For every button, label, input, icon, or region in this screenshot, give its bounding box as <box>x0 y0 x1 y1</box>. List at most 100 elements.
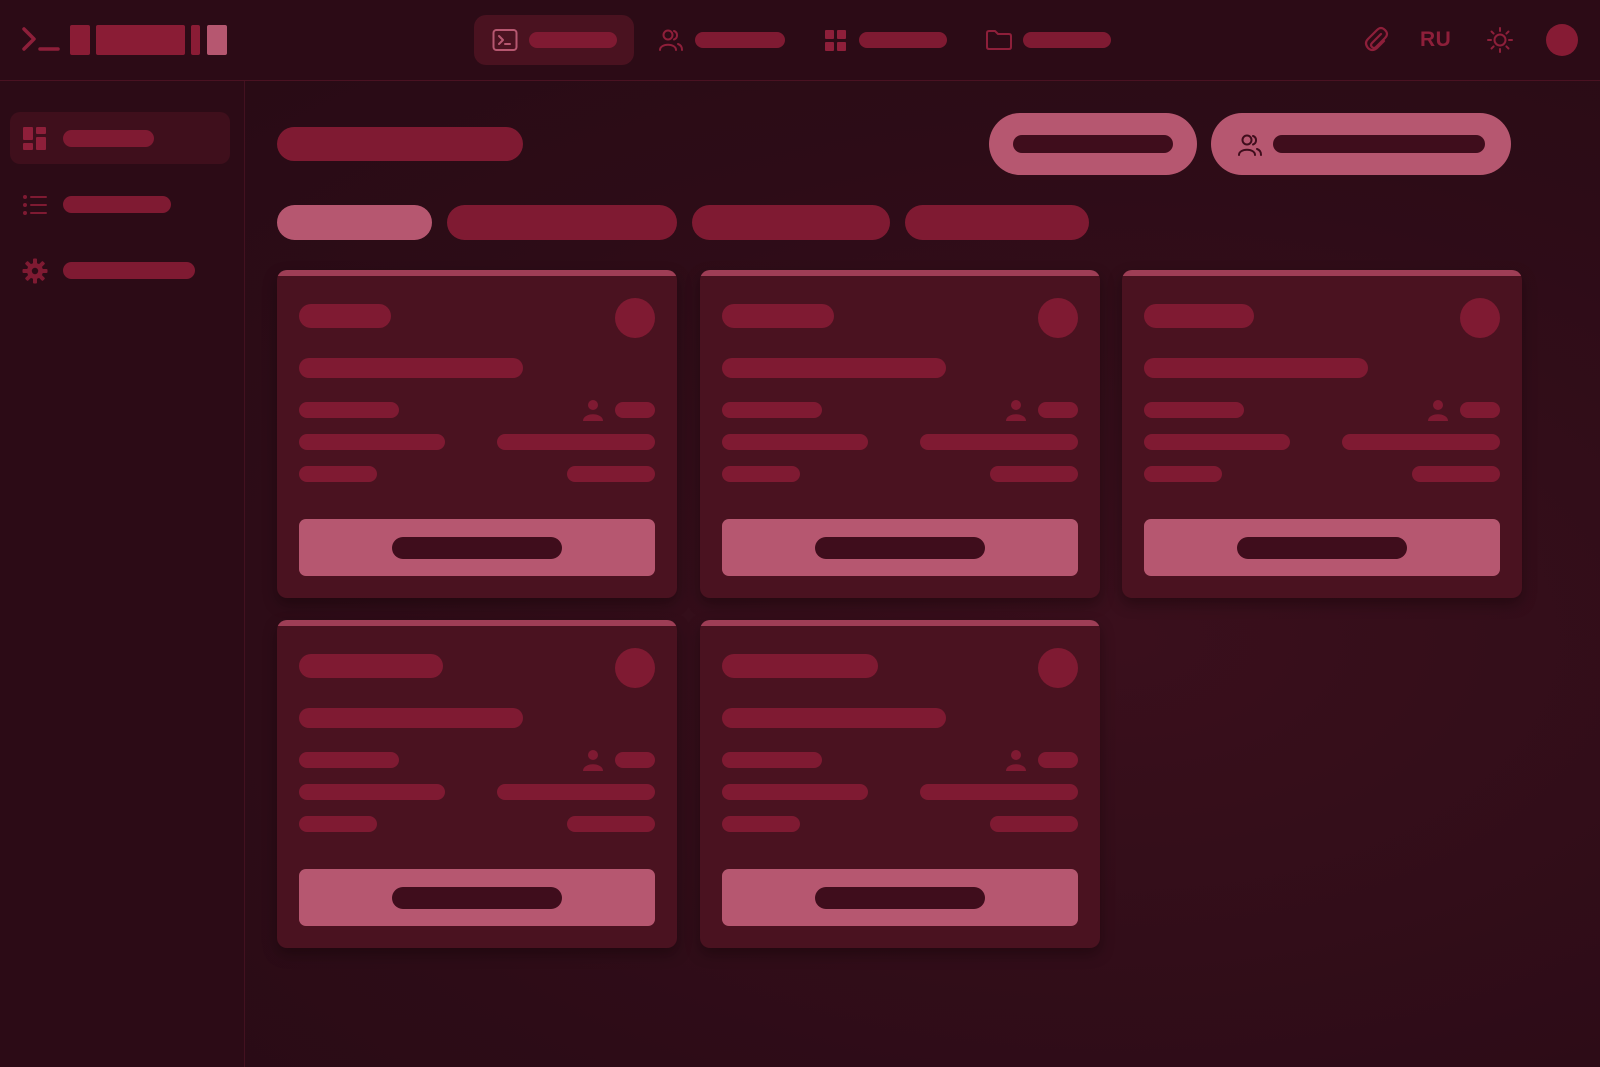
card-open-button[interactable] <box>722 869 1078 926</box>
page-title <box>277 127 523 161</box>
card-field-bar <box>299 434 445 450</box>
logo-wordmark-block-3 <box>191 25 200 55</box>
app-logo[interactable] <box>22 23 62 55</box>
logo-wordmark-block-1 <box>70 25 90 55</box>
sidebar-item-dashboard[interactable] <box>10 112 230 164</box>
tab-2[interactable] <box>447 205 677 240</box>
button-label-bar <box>1013 135 1173 153</box>
card-subtitle-bar <box>722 358 946 378</box>
nav-label-bar <box>529 32 617 48</box>
card-meta-bar <box>722 402 822 418</box>
nav-label-bar <box>695 32 785 48</box>
card-title-bar <box>299 654 443 678</box>
card-meta-bar <box>1144 402 1244 418</box>
card-status-dot <box>615 298 655 338</box>
nav-item-apps[interactable] <box>812 15 952 65</box>
card-open-button[interactable] <box>299 519 655 576</box>
card-meta-bar <box>722 752 822 768</box>
logo-wordmark-block-2 <box>96 25 185 55</box>
gear-icon <box>22 258 48 284</box>
users-icon <box>659 29 683 51</box>
card-value-bar <box>497 784 655 800</box>
logo-wordmark-block-4 <box>207 25 227 55</box>
secondary-action-button[interactable] <box>989 113 1197 175</box>
card-value-bar <box>990 466 1078 482</box>
button-label-bar <box>815 537 985 559</box>
invite-users-button[interactable] <box>1211 113 1511 175</box>
card-value-bar <box>1412 466 1500 482</box>
card-open-button[interactable] <box>1144 519 1500 576</box>
tab-4[interactable] <box>905 205 1089 240</box>
sun-icon <box>1487 27 1513 53</box>
project-card[interactable] <box>277 270 677 598</box>
project-card[interactable] <box>700 270 1100 598</box>
card-status-dot <box>615 648 655 688</box>
tab-3[interactable] <box>692 205 890 240</box>
project-card[interactable] <box>277 620 677 948</box>
grid-icon <box>825 30 846 51</box>
nav-item-users[interactable] <box>650 15 790 65</box>
user-icon <box>1428 400 1448 421</box>
card-value-bar <box>567 466 655 482</box>
user-icon <box>583 400 603 421</box>
card-status-dot <box>1038 298 1078 338</box>
card-title-bar <box>1144 304 1254 328</box>
dashboard-icon <box>23 127 46 150</box>
card-field-bar <box>722 816 800 832</box>
user-icon <box>583 750 603 771</box>
avatar[interactable] <box>1546 24 1578 56</box>
card-open-button[interactable] <box>722 519 1078 576</box>
card-field-bar <box>722 434 868 450</box>
card-subtitle-bar <box>722 708 946 728</box>
sidebar-item-settings[interactable] <box>10 244 230 296</box>
sidebar-label-bar <box>63 262 195 279</box>
nav-item-console[interactable] <box>474 15 634 65</box>
card-field-bar <box>299 816 377 832</box>
card-member-count-bar <box>1038 402 1078 418</box>
project-card[interactable] <box>1122 270 1522 598</box>
card-title-bar <box>299 304 391 328</box>
card-member-count-bar <box>1038 752 1078 768</box>
sidebar-label-bar <box>63 130 154 147</box>
attach-button[interactable] <box>1360 24 1392 56</box>
user-icon <box>1006 750 1026 771</box>
button-label-bar <box>392 887 562 909</box>
card-value-bar <box>567 816 655 832</box>
terminal-icon <box>492 29 518 51</box>
paperclip-icon <box>1364 26 1389 52</box>
user-icon <box>1006 400 1026 421</box>
card-value-bar <box>1342 434 1500 450</box>
card-member-count-bar <box>615 752 655 768</box>
language-switcher[interactable]: RU <box>1420 28 1451 52</box>
theme-toggle[interactable] <box>1484 24 1516 56</box>
project-card[interactable] <box>700 620 1100 948</box>
button-label-bar <box>815 887 985 909</box>
card-value-bar <box>497 434 655 450</box>
card-value-bar <box>920 784 1078 800</box>
card-value-bar <box>920 434 1078 450</box>
nav-label-bar <box>859 32 947 48</box>
card-field-bar <box>299 784 445 800</box>
button-label-bar <box>1273 135 1485 153</box>
sidebar-item-list[interactable] <box>10 178 230 230</box>
card-field-bar <box>299 466 377 482</box>
nav-item-files[interactable] <box>975 15 1115 65</box>
card-member-count-bar <box>615 402 655 418</box>
users-icon <box>1238 134 1262 156</box>
list-icon <box>23 195 47 215</box>
card-open-button[interactable] <box>299 869 655 926</box>
card-field-bar <box>1144 466 1222 482</box>
card-status-dot <box>1460 298 1500 338</box>
top-bar: RU <box>0 0 1600 81</box>
card-status-dot <box>1038 648 1078 688</box>
card-title-bar <box>722 304 834 328</box>
card-subtitle-bar <box>299 358 523 378</box>
button-label-bar <box>392 537 562 559</box>
card-meta-bar <box>299 402 399 418</box>
card-field-bar <box>1144 434 1290 450</box>
card-meta-bar <box>299 752 399 768</box>
tab-1[interactable] <box>277 205 432 240</box>
card-title-bar <box>722 654 878 678</box>
sidebar-label-bar <box>63 196 171 213</box>
folder-icon <box>986 30 1012 50</box>
